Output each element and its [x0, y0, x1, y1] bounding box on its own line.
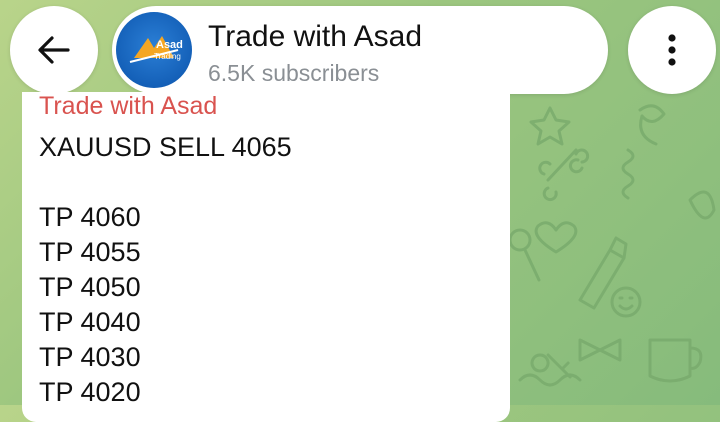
message-line: TP 4020	[39, 377, 141, 407]
message-sender: Trade with Asad	[39, 92, 218, 120]
swirl-doodle	[638, 104, 666, 146]
back-button[interactable]	[10, 6, 98, 94]
subscriber-count: 6.5K subscribers	[208, 60, 380, 86]
message-bubble[interactable]: Trade with Asad XAUUSD SELL 4065 TP 4060…	[22, 92, 510, 422]
bone-doodle	[538, 148, 590, 202]
key-doodle	[530, 353, 572, 379]
more-vertical-icon	[668, 34, 676, 66]
face-doodle	[610, 286, 642, 318]
bowtie-doodle	[578, 338, 622, 362]
svg-text:Asad: Asad	[156, 39, 183, 51]
chat-header[interactable]: Asad Trading Trade with Asad 6.5K subscr…	[112, 6, 608, 94]
cup-doodle	[648, 338, 703, 383]
asad-trading-logo: Asad Trading	[129, 36, 183, 63]
message-line: XAUUSD SELL 4065	[39, 132, 292, 162]
candy-doodle	[508, 228, 532, 252]
message-line: TP 4055	[39, 237, 141, 267]
message-line: TP 4030	[39, 342, 141, 372]
svg-text:Trading: Trading	[154, 52, 181, 61]
leaf-doodle	[688, 190, 716, 220]
channel-avatar[interactable]: Asad Trading	[116, 12, 192, 88]
more-options-button[interactable]	[628, 6, 716, 94]
heart-doodle	[534, 221, 578, 254]
message-line: TP 4050	[39, 272, 141, 302]
arrow-left-icon	[38, 36, 70, 64]
message-line: TP 4040	[39, 307, 141, 337]
star-doodle	[529, 106, 571, 146]
channel-title: Trade with Asad	[208, 20, 422, 53]
message-line: TP 4060	[39, 202, 141, 232]
spring-doodle	[621, 148, 635, 200]
